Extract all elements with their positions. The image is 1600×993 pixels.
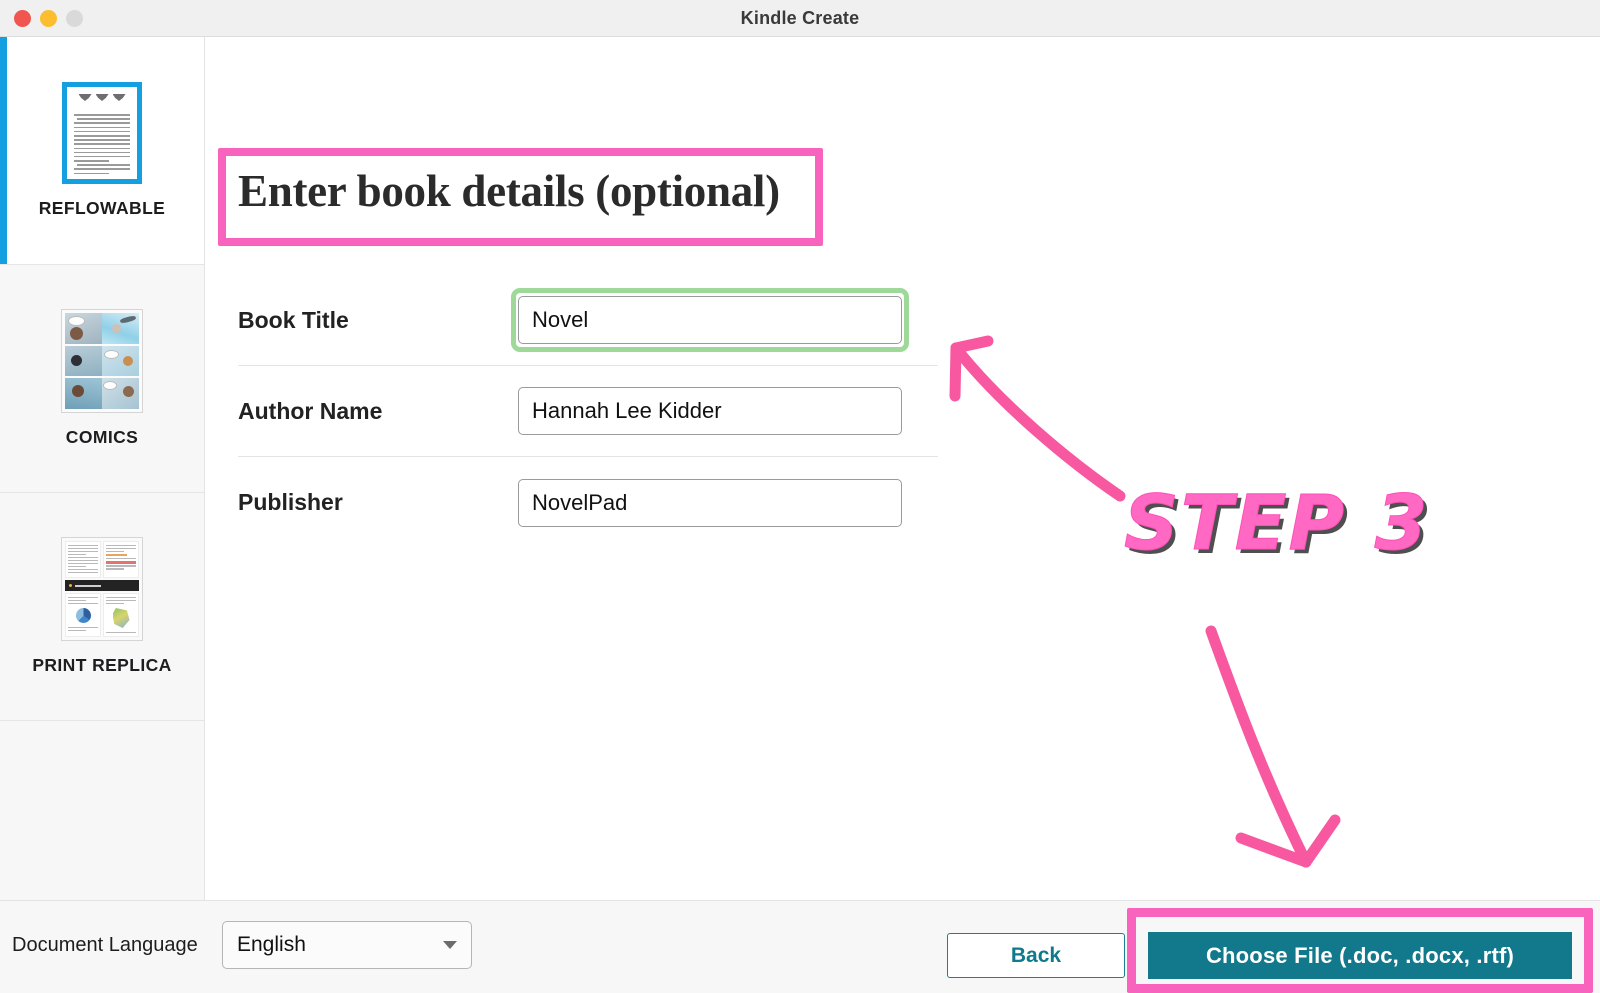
book-title-input[interactable]: Novel bbox=[518, 296, 902, 344]
document-language-label: Document Language bbox=[12, 934, 198, 956]
title-bar: Kindle Create bbox=[0, 0, 1600, 37]
document-language-select[interactable]: English bbox=[222, 921, 472, 969]
chevron-down-icon bbox=[443, 941, 457, 949]
sidebar-item-label: PRINT REPLICA bbox=[32, 655, 172, 675]
comics-thumbnail-icon bbox=[61, 309, 143, 413]
sidebar-item-label: REFLOWABLE bbox=[38, 198, 166, 218]
back-button[interactable]: Back bbox=[947, 933, 1125, 978]
form-row-publisher: Publisher NovelPad bbox=[238, 457, 938, 548]
kindle-create-window: Kindle Create REFLOWABLE COMICS PRINT RE… bbox=[0, 0, 1600, 993]
choose-file-button[interactable]: Choose File (.doc, .docx, .rtf) bbox=[1148, 932, 1572, 979]
reflowable-thumbnail-icon bbox=[62, 82, 142, 184]
sidebar-item-label: COMICS bbox=[65, 427, 139, 447]
sidebar-item-reflowable[interactable]: REFLOWABLE bbox=[0, 37, 204, 265]
page-title: Enter book details (optional) bbox=[238, 166, 780, 216]
book-title-field-wrap: Novel bbox=[511, 288, 909, 352]
selected-indicator bbox=[0, 37, 7, 264]
form-row-book-title: Book Title Novel bbox=[238, 275, 938, 366]
book-details-form: Book Title Novel Author Name Hannah Lee … bbox=[238, 275, 938, 548]
sidebar-item-print-replica[interactable]: PRINT REPLICA bbox=[0, 493, 204, 721]
print-replica-thumbnail-icon bbox=[61, 537, 143, 641]
publisher-input[interactable]: NovelPad bbox=[518, 478, 902, 527]
book-title-label: Book Title bbox=[238, 306, 349, 333]
step-annotation-label: STEP 3 bbox=[1124, 478, 1430, 568]
sidebar-item-comics[interactable]: COMICS bbox=[0, 265, 204, 493]
main-content-panel: Enter book details (optional) Book Title… bbox=[205, 37, 1600, 900]
publisher-field-wrap: NovelPad bbox=[518, 478, 902, 527]
author-name-input[interactable]: Hannah Lee Kidder bbox=[518, 387, 902, 435]
author-name-field-wrap: Hannah Lee Kidder bbox=[518, 387, 902, 435]
form-row-author-name: Author Name Hannah Lee Kidder bbox=[238, 366, 938, 457]
window-title: Kindle Create bbox=[740, 8, 860, 28]
document-language-value: English bbox=[237, 933, 306, 956]
author-name-label: Author Name bbox=[238, 397, 383, 424]
publisher-label: Publisher bbox=[238, 489, 343, 515]
book-type-sidebar: REFLOWABLE COMICS PRINT REPLICA bbox=[0, 37, 205, 900]
